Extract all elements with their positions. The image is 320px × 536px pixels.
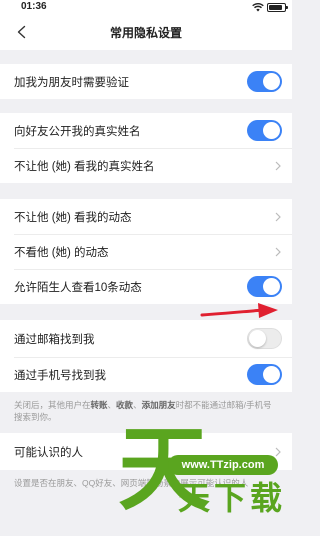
row-label: 可能认识的人: [14, 446, 83, 459]
row-label: 不让他 (她) 看我的动态: [14, 211, 132, 224]
row-hide-their-moments[interactable]: 不看他 (她) 的动态: [0, 234, 292, 269]
battery-icon: [267, 2, 288, 12]
row-label: 通过邮箱找到我: [14, 333, 95, 346]
watermark-url: www.TTzip.com: [168, 455, 278, 475]
show-real-name-toggle[interactable]: [247, 120, 282, 141]
back-chevron-icon[interactable]: [14, 24, 30, 40]
group-friend-verify: 加我为朋友时需要验证: [0, 64, 292, 99]
chevron-right-icon: [275, 212, 281, 221]
chevron-right-icon: [275, 447, 281, 456]
row-hide-real-name[interactable]: 不让他 (她) 看我的真实姓名: [0, 148, 292, 183]
row-stranger-moments: 允许陌生人查看10条动态: [0, 269, 292, 304]
find-by-phone-toggle[interactable]: [247, 364, 282, 385]
status-time: 01:36: [21, 1, 47, 12]
wifi-icon: [252, 2, 264, 12]
row-hide-my-moments[interactable]: 不让他 (她) 看我的动态: [0, 199, 292, 234]
row-show-real-name: 向好友公开我的真实姓名: [0, 113, 292, 148]
annotation-arrow-icon: [200, 303, 278, 318]
row-find-by-phone: 通过手机号找到我: [0, 357, 292, 392]
watermark-text: 天下载: [178, 479, 287, 517]
row-label: 加我为朋友时需要验证: [14, 76, 129, 89]
row-find-by-email: 通过邮箱找到我: [0, 320, 292, 357]
status-bar: 01:36: [0, 0, 292, 14]
row-friend-verify: 加我为朋友时需要验证: [0, 64, 292, 99]
row-label: 通过手机号找到我: [14, 369, 106, 382]
find-by-email-toggle[interactable]: [247, 328, 282, 349]
system-icons: [252, 2, 288, 12]
chevron-right-icon: [275, 247, 281, 256]
group-real-name: 向好友公开我的真实姓名 不让他 (她) 看我的真实姓名: [0, 113, 292, 183]
row-label: 向好友公开我的真实姓名: [14, 125, 141, 138]
row-label: 不让他 (她) 看我的真实姓名: [14, 160, 155, 173]
friend-verify-toggle[interactable]: [247, 71, 282, 92]
stranger-moments-toggle[interactable]: [247, 276, 282, 297]
page-title: 常用隐私设置: [109, 25, 182, 40]
group-find-me: 通过邮箱找到我 通过手机号找到我: [0, 320, 292, 392]
group-moments: 不让他 (她) 看我的动态 不看他 (她) 的动态 允许陌生人查看10条动态: [0, 199, 292, 304]
row-label: 不看他 (她) 的动态: [14, 246, 109, 259]
chevron-right-icon: [275, 161, 281, 170]
nav-bar: 常用隐私设置: [0, 14, 292, 50]
row-label: 允许陌生人查看10条动态: [14, 281, 142, 294]
watermark-logo: 天: [118, 416, 211, 523]
